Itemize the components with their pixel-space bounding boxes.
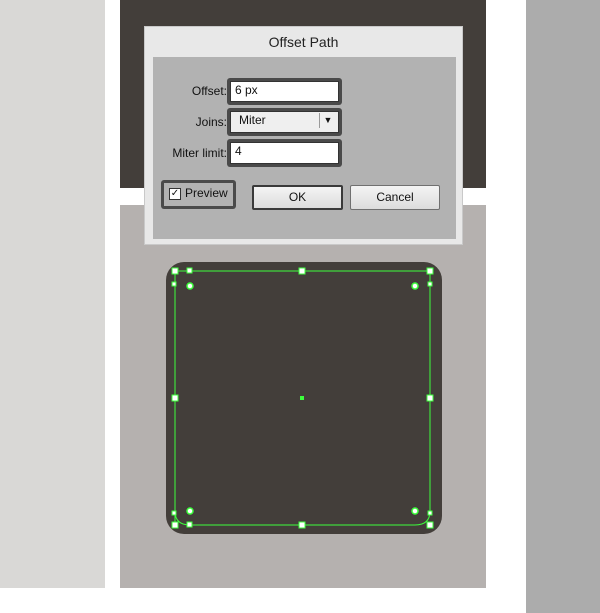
miter-limit-label: Miter limit: bbox=[172, 146, 227, 160]
anchor-point bbox=[171, 394, 179, 402]
anchor-point bbox=[426, 394, 434, 402]
anchor-point bbox=[186, 521, 193, 528]
offset-label: Offset: bbox=[191, 84, 227, 98]
preview-checkbox-focus: ✓ Preview bbox=[161, 180, 236, 209]
corner-widget bbox=[411, 282, 419, 290]
corner-widget bbox=[186, 507, 194, 515]
joins-select[interactable]: Miter ▼ bbox=[230, 111, 339, 133]
corner-widget bbox=[411, 507, 419, 515]
left-panel bbox=[0, 0, 105, 588]
joins-select-value: Miter bbox=[239, 113, 266, 127]
center-point bbox=[300, 396, 304, 400]
dialog-body: Offset: 6 px Joins: Miter ▼ Miter limit:… bbox=[153, 57, 456, 239]
ok-button[interactable]: OK bbox=[252, 185, 343, 210]
dialog-title: Offset Path bbox=[268, 34, 339, 50]
miter-limit-input[interactable]: 4 bbox=[230, 142, 339, 164]
anchor-point bbox=[298, 521, 306, 529]
anchor-point bbox=[171, 521, 179, 529]
offset-path-dialog: Offset Path Offset: 6 px Joins: Miter ▼ … bbox=[144, 26, 463, 245]
anchor-point bbox=[426, 521, 434, 529]
anchor-point bbox=[427, 510, 433, 516]
joins-field-focus: Miter ▼ bbox=[227, 108, 342, 136]
anchor-point bbox=[186, 267, 193, 274]
anchor-point bbox=[171, 510, 177, 516]
chevron-down-icon[interactable]: ▼ bbox=[319, 113, 336, 128]
offset-input[interactable]: 6 px bbox=[230, 81, 339, 102]
miter-field-focus: 4 bbox=[227, 139, 342, 167]
anchor-point bbox=[426, 267, 434, 275]
cancel-button[interactable]: Cancel bbox=[350, 185, 440, 210]
right-panel bbox=[526, 0, 600, 613]
anchor-point bbox=[427, 281, 433, 287]
offset-field-focus: 6 px bbox=[227, 78, 342, 105]
corner-widget bbox=[186, 282, 194, 290]
anchor-point bbox=[298, 267, 306, 275]
preview-checkbox[interactable]: ✓ Preview bbox=[164, 183, 233, 206]
checkbox-checked-icon[interactable]: ✓ bbox=[169, 188, 181, 200]
joins-label: Joins: bbox=[195, 115, 227, 129]
anchor-point bbox=[171, 267, 179, 275]
preview-label: Preview bbox=[185, 186, 228, 200]
artwork-canvas[interactable] bbox=[160, 258, 448, 540]
anchor-point bbox=[171, 281, 177, 287]
